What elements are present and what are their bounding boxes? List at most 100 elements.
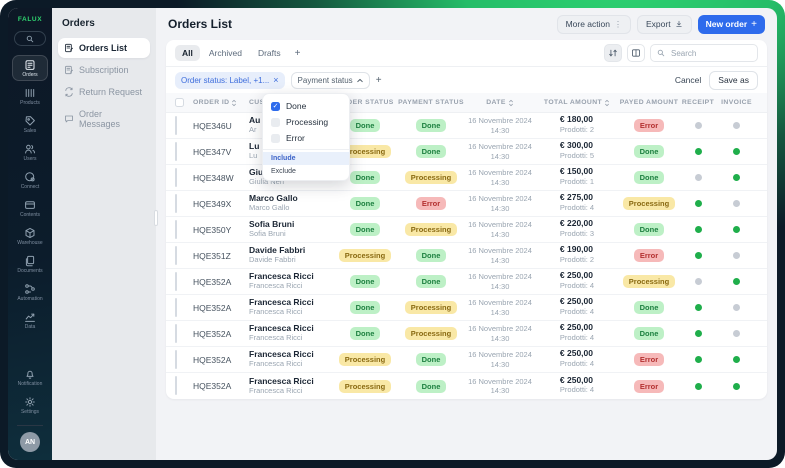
sidebar-item-documents[interactable]: Documents <box>12 251 48 277</box>
add-filter-button[interactable]: + <box>376 75 382 86</box>
row-checkbox[interactable] <box>175 376 177 395</box>
export-button[interactable]: Export <box>637 15 692 34</box>
sidebar-item-data[interactable]: Data <box>12 307 48 333</box>
sort-adjust-button[interactable] <box>604 44 622 62</box>
user-avatar[interactable]: AN <box>20 432 40 452</box>
row-checkbox[interactable] <box>175 272 177 291</box>
row-checkbox[interactable] <box>175 324 177 343</box>
table-row[interactable]: HQE352AFrancesca RicciFrancesca RicciPro… <box>166 373 767 399</box>
table-row[interactable]: HQE350YSofia BruniSofia BruniDoneProcess… <box>166 217 767 243</box>
payed-amount-badge: Error <box>634 353 664 366</box>
row-checkbox[interactable] <box>175 116 177 135</box>
column-header-total-amount[interactable]: Total Amount <box>535 99 619 107</box>
row-checkbox[interactable] <box>175 168 177 187</box>
table-row[interactable]: HQE351ZDavide FabbriDavide FabbriProcess… <box>166 243 767 269</box>
exclude-option[interactable]: Exclude <box>263 165 349 178</box>
table-row[interactable]: HQE346UAuArDoneDone16 Novembre 202414:30… <box>166 113 767 139</box>
sidebar-item-contents[interactable]: Contents <box>12 195 48 221</box>
payment-status-badge: Processing <box>405 171 457 184</box>
row-checkbox[interactable] <box>175 246 177 265</box>
table-search <box>650 44 758 62</box>
total-amount-cell: € 180,00Prodotti: 2 <box>535 114 619 136</box>
dropdown-option-done[interactable]: ✓Done <box>263 98 349 114</box>
table-row[interactable]: HQE352AFrancesca RicciFrancesca RicciPro… <box>166 347 767 373</box>
payment-status-filter-chip[interactable]: Payment status <box>291 72 370 89</box>
date-cell: 16 Novembre 202414:30 <box>465 142 535 161</box>
sidebar-item-warehouse[interactable]: Warehouse <box>12 223 48 249</box>
products-icon <box>24 87 36 99</box>
subnav-item-return-request[interactable]: Return Request <box>58 82 150 102</box>
customer-cell: Davide FabbriDavide Fabbri <box>249 246 333 264</box>
column-header-payment-status: Payment Status <box>397 99 465 106</box>
table-row[interactable]: HQE352AFrancesca RicciFrancesca RicciDon… <box>166 269 767 295</box>
sidebar-item-connect[interactable]: Connect <box>12 167 48 193</box>
sidebar-collapse-handle[interactable] <box>154 210 158 226</box>
date-cell: 16 Novembre 202414:30 <box>465 246 535 265</box>
save-as-button[interactable]: Save as <box>709 71 758 90</box>
row-checkbox[interactable] <box>175 220 177 239</box>
columns-button[interactable] <box>627 44 645 62</box>
dropdown-option-processing[interactable]: Processing <box>263 114 349 130</box>
payed-amount-badge: Processing <box>623 275 675 288</box>
sidebar-item-notification[interactable]: Notification <box>12 364 48 390</box>
tab-archived[interactable]: Archived <box>202 45 249 61</box>
sidebar-item-products[interactable]: Products <box>12 83 48 109</box>
checkbox[interactable] <box>271 134 280 143</box>
tabs-row: AllArchivedDrafts + <box>166 40 767 67</box>
checkbox[interactable]: ✓ <box>271 102 280 111</box>
dropdown-divider <box>263 149 349 150</box>
payment-status-badge: Done <box>416 249 447 262</box>
order-id-cell: HQE348W <box>193 173 249 183</box>
receipt-dot <box>695 200 702 207</box>
close-icon[interactable]: × <box>273 75 278 85</box>
sidebar-item-orders[interactable]: Orders <box>12 55 48 81</box>
row-checkbox[interactable] <box>175 350 177 369</box>
invoice-dot <box>733 383 740 390</box>
row-checkbox[interactable] <box>175 142 177 161</box>
sidebar-item-automation[interactable]: Automation <box>12 279 48 305</box>
table-row[interactable]: HQE348WGiulia NeriGiulia NeriDoneProcess… <box>166 165 767 191</box>
receipt-dot <box>695 278 702 285</box>
invoice-dot <box>733 252 740 259</box>
sidebar-item-users[interactable]: Users <box>12 139 48 165</box>
table-row[interactable]: HQE347VLuLuProcessingDone16 Novembre 202… <box>166 139 767 165</box>
select-all-checkbox[interactable] <box>175 98 184 107</box>
table-row[interactable]: HQE352AFrancesca RicciFrancesca RicciDon… <box>166 295 767 321</box>
table-row[interactable]: HQE349XMarco GalloMarco GalloDoneError16… <box>166 191 767 217</box>
column-header-order-id[interactable]: Order ID <box>193 99 249 107</box>
chevron-up-icon <box>357 78 363 83</box>
sidebar-item-sales[interactable]: Sales <box>12 111 48 137</box>
more-action-button[interactable]: More action ⋮ <box>557 15 631 34</box>
sidebar-search-button[interactable] <box>14 31 46 46</box>
row-checkbox[interactable] <box>175 194 177 213</box>
column-header-date[interactable]: Date <box>465 99 535 107</box>
search-input[interactable] <box>669 48 751 59</box>
invoice-dot <box>733 148 740 155</box>
cancel-button[interactable]: Cancel <box>675 75 701 85</box>
receipt-dot <box>695 122 702 129</box>
subnav-item-order-messages[interactable]: Order Messages <box>58 104 150 134</box>
tab-drafts[interactable]: Drafts <box>251 45 288 61</box>
invoice-dot <box>733 226 740 233</box>
order-status-badge: Done <box>350 171 381 184</box>
add-tab-button[interactable]: + <box>290 48 306 59</box>
new-order-button[interactable]: New order + <box>698 15 765 34</box>
include-option[interactable]: Include <box>263 152 349 165</box>
date-cell: 16 Novembre 202414:30 <box>465 377 535 396</box>
payment-status-badge: Done <box>416 353 447 366</box>
order-status-filter-chip[interactable]: Order status: Label, +1... × <box>175 72 285 89</box>
search-icon <box>26 35 34 43</box>
dropdown-option-error[interactable]: Error <box>263 130 349 146</box>
checkbox[interactable] <box>271 118 280 127</box>
date-cell: 16 Novembre 202414:30 <box>465 168 535 187</box>
order-id-cell: HQE352A <box>193 303 249 313</box>
table-row[interactable]: HQE352AFrancesca RicciFrancesca RicciDon… <box>166 321 767 347</box>
total-amount-cell: € 190,00Prodotti: 2 <box>535 244 619 266</box>
table-body: HQE346UAuArDoneDone16 Novembre 202414:30… <box>166 113 767 399</box>
tab-all[interactable]: All <box>175 45 200 61</box>
sidebar-item-settings[interactable]: Settings <box>12 392 48 418</box>
subnav-item-subscription[interactable]: Subscription <box>58 60 150 80</box>
column-header-receipt: Receipt <box>679 99 717 106</box>
row-checkbox[interactable] <box>175 298 177 317</box>
subnav-item-orders-list[interactable]: Orders List <box>58 38 150 58</box>
